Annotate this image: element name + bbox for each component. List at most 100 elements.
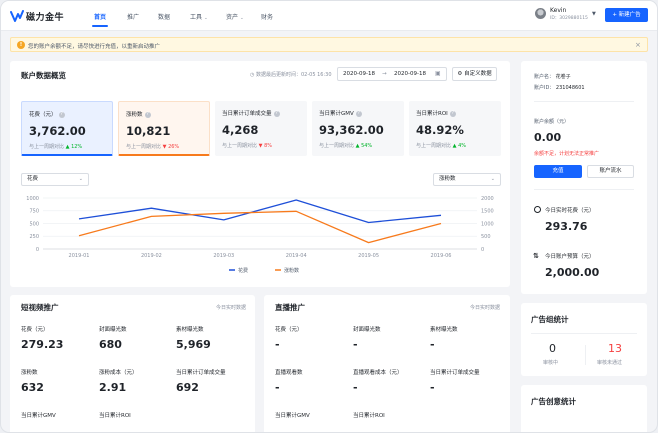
nav-data[interactable]: 数据: [158, 12, 170, 21]
close-icon[interactable]: ×: [635, 41, 641, 49]
stat-label: 直播观看成本（元）: [353, 370, 403, 376]
spend-icon: [534, 206, 541, 213]
compare-label: 与上一周期对比: [29, 144, 65, 150]
custom-data-label: 自定义数据: [464, 71, 492, 77]
stat-label: 素材曝光数: [176, 327, 204, 333]
budget-icon: ⇅: [533, 252, 539, 260]
metric-change: 4%: [458, 143, 466, 149]
creative-card: 广告创意统计: [521, 385, 647, 432]
realtime-label: 今日实时数据: [470, 305, 501, 311]
today-budget-value: 2,000.00: [545, 266, 600, 279]
stat-value: 279.23: [21, 338, 64, 351]
stat-label: 涨粉成本（元）: [99, 370, 138, 376]
stat-label: 封面曝光数: [353, 327, 381, 333]
left-metric-select[interactable]: 花费 ⌄: [21, 173, 89, 186]
reviewing-label[interactable]: 审核中: [543, 359, 558, 366]
chevron-down-icon: ⌄: [203, 16, 208, 21]
stat-value: 632: [21, 381, 44, 394]
legend-label: 花费: [238, 267, 248, 274]
metric-compare: 与上一周期对比 ▼ 8%: [222, 142, 272, 149]
x-tick-label: 2019-02: [141, 253, 162, 259]
avatar[interactable]: [535, 8, 546, 19]
short-video-title: 短视频推广: [21, 303, 59, 312]
metric-value: 93,362.00: [319, 123, 384, 137]
compare-label: 与上一周期对比: [222, 143, 258, 149]
logo-icon: [10, 10, 24, 22]
live-card: 直播推广 今日实时数据 花费（元） - 封面曝光数 - 素材曝光数 - 直播观看数 - 直播观看…: [264, 295, 510, 432]
recharge-button[interactable]: 充值: [534, 165, 582, 178]
account-name-value: 花卷子: [555, 74, 571, 80]
y-left-tick-label: 0: [36, 247, 39, 253]
nav-tools-label: 工具: [190, 14, 203, 21]
stat-label: 当日累计订单成交量: [176, 370, 226, 376]
y-right-tick-label: 2000: [481, 196, 494, 202]
stat-value: 680: [99, 338, 122, 351]
account-id-label: 账户ID：: [534, 85, 555, 91]
overview-title: 账户数据概览: [21, 71, 66, 80]
y-right-tick-label: 0: [481, 247, 484, 253]
nav-finance[interactable]: 财务: [261, 12, 273, 21]
account-name-label: 账户名：: [534, 74, 555, 80]
metric-compare: 与上一周期对比 ▲ 12%: [29, 143, 82, 150]
nav-home[interactable]: 首页: [94, 12, 106, 21]
stat-value: -: [275, 381, 280, 394]
x-tick-label: 2019-03: [213, 253, 234, 259]
metric-compare: 与上一周期对比 ▼ 26%: [126, 143, 179, 150]
creative-title: 广告创意统计: [531, 397, 576, 406]
rejected-value: 13: [608, 342, 622, 355]
stat-value: -: [430, 381, 435, 394]
stat-label: 素材曝光数: [430, 327, 458, 333]
ad-group-card: 广告组统计 0 审核中 13 审核未通过: [521, 303, 647, 376]
update-time-text: 数据最后更新时间：02-05 16:30: [255, 72, 332, 78]
user-menu-caret-icon[interactable]: ▼: [592, 11, 596, 17]
balance-warning: 余额不足，计划无法正常推广: [534, 151, 600, 157]
stat-label: 当日累计订单成交量: [430, 370, 480, 376]
divider: [531, 333, 637, 334]
stat-value: -: [353, 381, 358, 394]
date-range-picker[interactable]: 2020-09-18 → 2020-09-18 ▣: [337, 67, 447, 81]
balance-alert: ! 您的账户余额不足，请尽快进行充值，以重新启动推广 ×: [10, 37, 648, 52]
y-left-tick-label: 750: [29, 209, 39, 215]
metric-value: 3,762.00: [29, 124, 86, 138]
balance-label: 账户余额（元）: [534, 119, 570, 125]
help-icon: ?: [58, 111, 65, 118]
metric-value: 48.92%: [416, 123, 464, 137]
date-start[interactable]: 2020-09-18: [343, 71, 375, 77]
metric-card-orders[interactable]: 当日累计订单成交量? 4,268 与上一周期对比 ▼ 8%: [215, 101, 307, 156]
x-tick-label: 2019-01: [69, 253, 90, 259]
line-chart: 1000 2000 750 1500 500 1000 250 500 0 0 2019-01 201…: [26, 196, 494, 274]
divider: [534, 101, 634, 102]
today-spend-value: 293.76: [545, 220, 588, 233]
metric-card-roi[interactable]: 当日累计ROI? 48.92% 与上一周期对比 ▲ 4%: [409, 101, 501, 156]
user-name[interactable]: Kevin: [550, 7, 566, 14]
top-navigation-bar: 磁力金牛 首页 推广 数据 工具 ⌄ 资产 ⌄ 财务 Kevin ID：3029…: [1, 1, 657, 31]
app-window: 磁力金牛 首页 推广 数据 工具 ⌄ 资产 ⌄ 财务 Kevin ID：3029…: [0, 0, 658, 433]
realtime-label: 今日实时数据: [216, 305, 247, 311]
metric-label-text: 当日累计GMV: [319, 111, 354, 117]
nav-promotion[interactable]: 推广: [127, 12, 139, 21]
today-budget-label: 今日账户预算（元）: [545, 254, 595, 260]
stat-label: 花费（元）: [275, 327, 303, 333]
metric-card-followers[interactable]: 涨粉数? 10,821 与上一周期对比 ▼ 26%: [118, 101, 210, 156]
rejected-label[interactable]: 审核未通过: [597, 359, 622, 366]
y-left-tick-label: 1000: [26, 196, 39, 202]
stat-label: 当日累计ROI: [353, 413, 385, 419]
stat-label: 封面曝光数: [99, 327, 127, 333]
calendar-icon: ▣: [435, 70, 441, 77]
custom-data-button[interactable]: ⚙ 自定义数据: [452, 67, 497, 81]
metric-card-gmv[interactable]: 当日累计GMV? 93,362.00 与上一周期对比 ▲ 54%: [312, 101, 404, 156]
date-end[interactable]: 2020-09-18: [394, 71, 426, 77]
metric-compare: 与上一周期对比 ▲ 54%: [319, 142, 372, 149]
update-time: ◷ 数据最后更新时间：02-05 16:30: [250, 71, 332, 78]
account-flow-button[interactable]: 账户流水: [587, 165, 634, 178]
metric-card-spend[interactable]: 花费（元）? 3,762.00 与上一周期对比 ▲ 12%: [21, 101, 113, 156]
stat-label: 当日累计GMV: [21, 413, 56, 419]
y-right-tick-label: 500: [481, 234, 491, 240]
right-metric-select[interactable]: 涨粉数 ⌄: [433, 173, 501, 186]
metric-change: 26%: [168, 144, 180, 150]
nav-assets[interactable]: 资产 ⌄: [226, 12, 244, 21]
nav-tools[interactable]: 工具 ⌄: [190, 12, 208, 21]
new-ad-button[interactable]: + 新建广告: [605, 8, 648, 22]
chevron-down-icon: ⌄: [239, 16, 244, 21]
x-tick-label: 2019-05: [358, 253, 379, 259]
